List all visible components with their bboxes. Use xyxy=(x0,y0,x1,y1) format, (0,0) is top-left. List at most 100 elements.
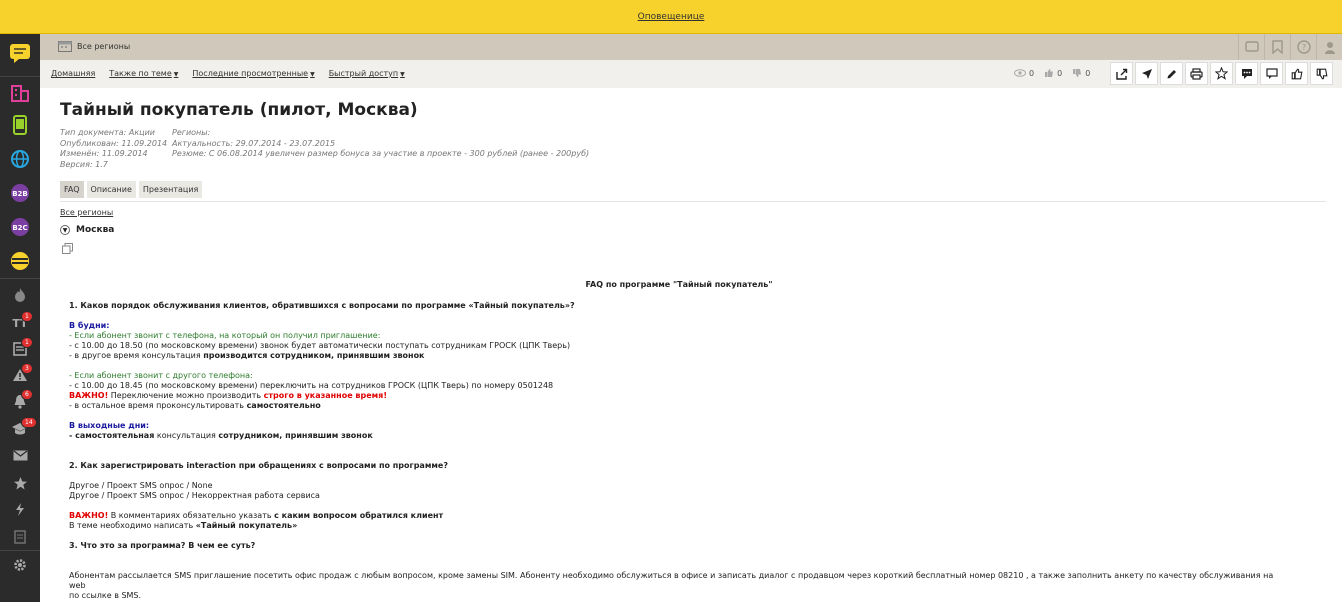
dislikes-stat: 0 xyxy=(1072,68,1090,78)
like-button[interactable] xyxy=(1285,62,1308,85)
nav-also-topic-link[interactable]: Также по теме ▼ xyxy=(109,69,178,78)
weekdays-heading: В будни: xyxy=(69,321,110,330)
weekend-heading: В выходные дни: xyxy=(69,421,150,430)
pencil-icon xyxy=(1167,69,1176,78)
faq-line: ВАЖНО! Переключение можно производить ст… xyxy=(69,391,1289,401)
regions-selector[interactable]: Все регионы xyxy=(58,40,130,52)
header-sms-button[interactable] xyxy=(1238,34,1264,60)
divider xyxy=(60,201,1326,202)
sidebar-buildings[interactable] xyxy=(0,78,40,108)
share-button[interactable] xyxy=(1110,62,1133,85)
text-part: ВАЖНО! xyxy=(69,511,109,520)
thumbs-up-outline-icon xyxy=(1291,68,1302,79)
dislike-button[interactable] xyxy=(1310,62,1333,85)
text-part: - самостоятельная xyxy=(69,431,155,440)
calendar-icon xyxy=(58,41,72,52)
printer-icon xyxy=(1190,67,1203,80)
faq-line: по ссылке в SMS. xyxy=(69,591,142,600)
document-content: Тайный покупатель (пилот, Москва) Тип до… xyxy=(50,88,1336,602)
faq-line: - Если абонент звонит с телефона, на кот… xyxy=(69,331,381,340)
alerts-badge: 3 xyxy=(21,363,33,374)
text-part: производится сотрудником, принявшим звон… xyxy=(203,351,425,360)
all-regions-link[interactable]: Все регионы xyxy=(60,208,113,217)
tab-presentation[interactable]: Презентация xyxy=(138,181,203,198)
print-button[interactable] xyxy=(1185,62,1208,85)
notifications-link[interactable]: Оповещенице xyxy=(638,12,705,22)
region-toggle[interactable]: ▼ Москва xyxy=(60,225,114,235)
nav-recent-link[interactable]: Последние просмотренные ▼ xyxy=(192,69,314,78)
text-part: ! xyxy=(383,391,387,400)
thumbs-down-icon xyxy=(1073,69,1082,77)
regions-label: Все регионы xyxy=(77,41,131,51)
faq-line: - Если абонент звонит с другого телефона… xyxy=(69,371,253,380)
header-user-button[interactable] xyxy=(1316,34,1342,60)
views-count: 0 xyxy=(1029,68,1035,78)
send-button[interactable] xyxy=(1135,62,1158,85)
b2b-icon: B2B xyxy=(11,184,29,202)
sidebar-notifications[interactable]: 6 xyxy=(0,386,40,416)
nav-recent-label: Последние просмотренные xyxy=(192,69,309,78)
thumbs-up-icon xyxy=(1045,69,1054,77)
text-part: - в другое время консультация xyxy=(69,351,204,360)
star-outline-icon xyxy=(1215,67,1228,80)
nav-home-link[interactable]: Домашняя xyxy=(51,69,95,78)
chevron-down-icon: ▼ xyxy=(173,71,179,78)
doc-type: Тип документа: Акции xyxy=(60,128,155,137)
doc-actuality: Актуальность: 29.07.2014 - 23.07.2015 xyxy=(172,138,336,148)
text-part: сотрудником, принявшим звонок xyxy=(218,431,373,440)
buildings-icon xyxy=(11,85,29,102)
doc-toolbar xyxy=(1110,62,1333,85)
sidebar-quick[interactable] xyxy=(0,494,40,524)
sidebar-mail[interactable] xyxy=(0,440,40,470)
text-part: Переключение можно производить xyxy=(108,391,264,400)
feedback-button[interactable] xyxy=(1260,62,1283,85)
sidebar-mobile[interactable] xyxy=(0,110,40,140)
faq-line: - с 10.00 до 18.50 (по московскому време… xyxy=(69,341,571,350)
notifications-badge: 6 xyxy=(21,389,33,400)
svg-text:B2C: B2C xyxy=(12,224,27,232)
doc-version: Версия: 1.7 xyxy=(60,159,108,169)
sidebar-beeline[interactable] xyxy=(0,246,40,276)
sidebar-b2c[interactable]: B2C xyxy=(0,212,40,242)
faq-line: - с 10.00 до 18.45 (по московскому време… xyxy=(69,381,554,390)
favorite-button[interactable] xyxy=(1210,62,1233,85)
doc-published: Опубликован: 11.09.2014 xyxy=(60,138,168,148)
sidebar-globe[interactable] xyxy=(0,144,40,174)
copy-button[interactable] xyxy=(62,243,73,256)
education-badge: 14 xyxy=(21,417,37,428)
text-part: ВАЖНО! xyxy=(69,391,109,400)
edit-button[interactable] xyxy=(1160,62,1183,85)
sidebar-archive[interactable] xyxy=(0,522,40,552)
user-icon xyxy=(1324,41,1335,54)
header-help-button[interactable]: ? xyxy=(1290,34,1316,60)
chevron-down-icon: ▼ xyxy=(310,71,315,78)
tt-badge: 1 xyxy=(21,311,33,322)
sms-icon xyxy=(1244,41,1259,52)
mail-icon xyxy=(13,450,27,460)
sidebar-hot[interactable] xyxy=(0,280,40,310)
sidebar-chat[interactable] xyxy=(0,38,40,68)
doc-regions: Регионы: xyxy=(172,128,211,137)
page-title: Тайный покупатель (пилот, Москва) xyxy=(60,100,418,120)
text-part: самостоятельно xyxy=(246,401,321,410)
svg-text:?: ? xyxy=(1301,43,1305,52)
faq-line: - в остальное время проконсультировать с… xyxy=(69,401,1289,411)
nav-quick-link[interactable]: Быстрый доступ ▼ xyxy=(329,69,405,78)
fire-icon xyxy=(15,288,25,302)
sidebar-settings[interactable] xyxy=(0,550,40,580)
gear-icon xyxy=(14,559,26,571)
doc-changed: Изменён: 11.09.2014 xyxy=(60,149,148,158)
doc-meta-right: Регионы: Актуальность: 29.07.2014 - 23.0… xyxy=(172,128,589,160)
nav-strip: Домашняя Также по теме ▼ Последние просмо… xyxy=(40,60,1342,88)
nav-quick-label: Быстрый доступ xyxy=(328,69,399,78)
thumbs-down-outline-icon xyxy=(1316,68,1327,79)
comments-button[interactable] xyxy=(1235,62,1258,85)
tab-description[interactable]: Описание xyxy=(86,181,136,198)
beeline-logo-icon xyxy=(11,252,29,270)
doc-meta-left: Тип документа: Акции Опубликован: 11.09.… xyxy=(60,128,167,170)
text-part: В теме необходимо написать xyxy=(69,521,196,530)
sidebar-b2b[interactable]: B2B xyxy=(0,178,40,208)
header-bookmark-button[interactable] xyxy=(1264,34,1290,60)
faq-line: - в другое время консультация производит… xyxy=(69,351,1289,361)
tab-faq[interactable]: FAQ xyxy=(60,181,84,198)
